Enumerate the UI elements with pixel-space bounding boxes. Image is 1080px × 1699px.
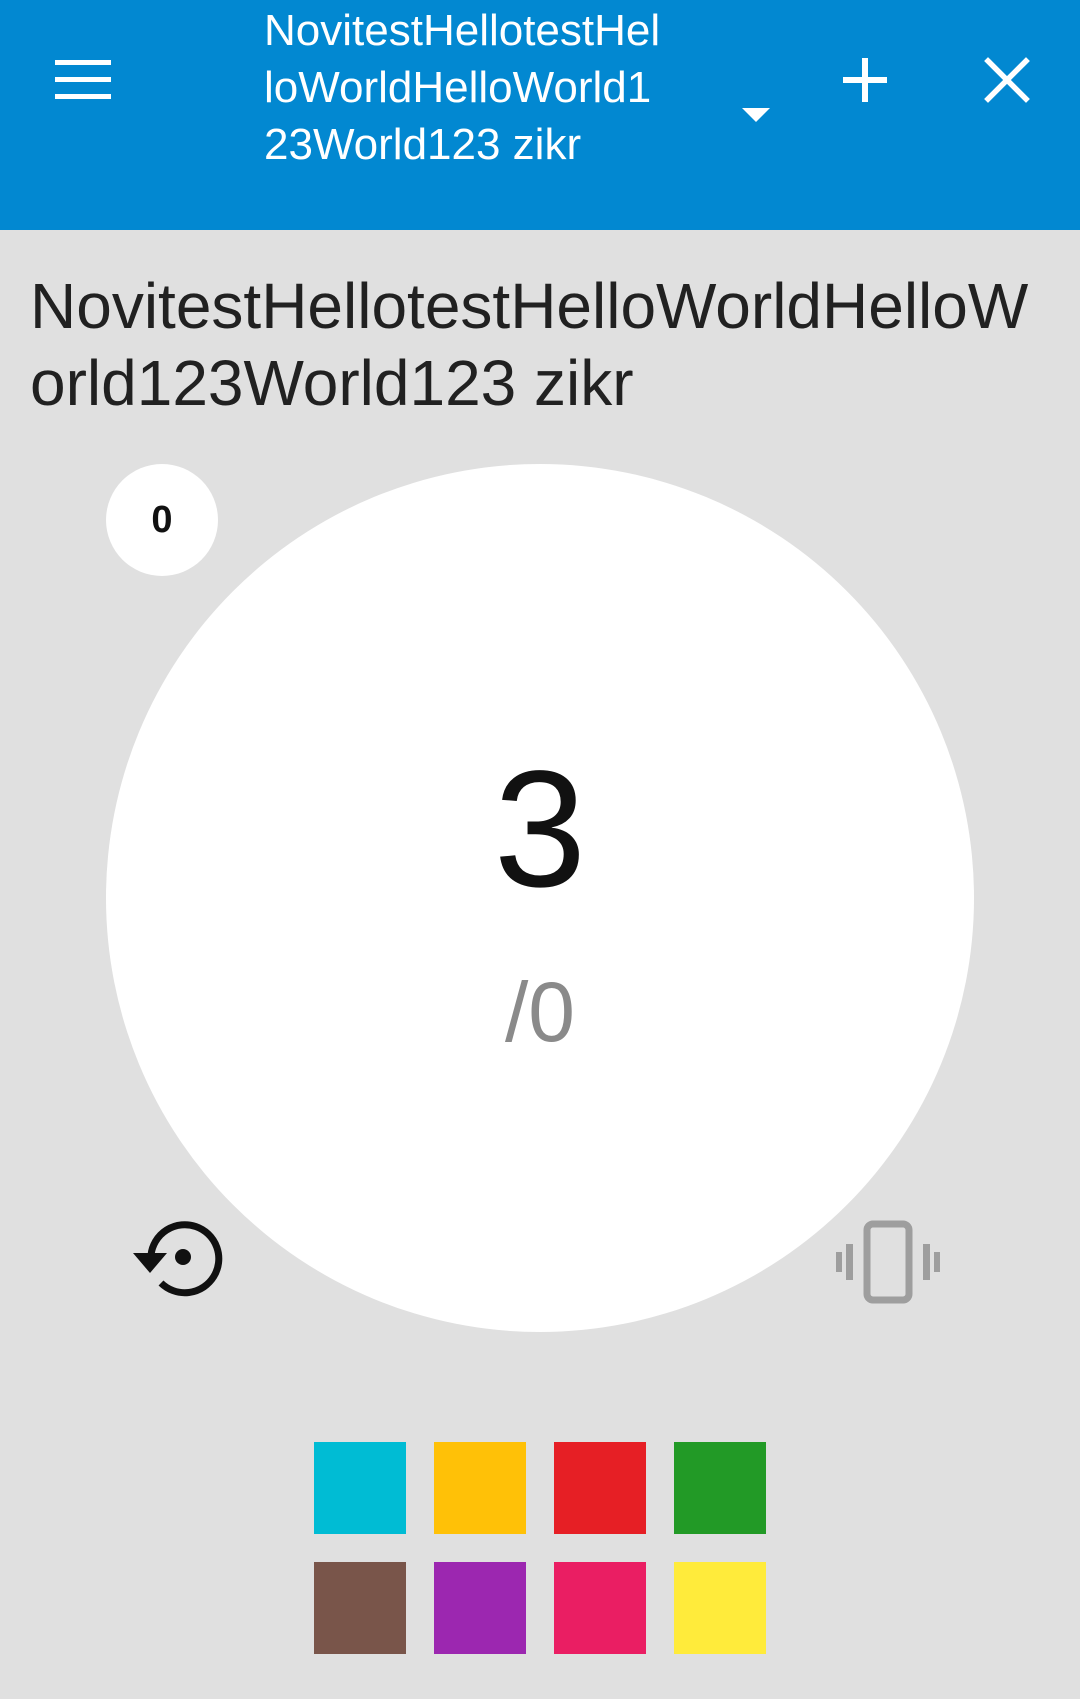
menu-icon (55, 60, 111, 99)
color-palette (314, 1442, 766, 1654)
reset-button[interactable] (124, 1208, 230, 1308)
color-swatch[interactable] (434, 1562, 526, 1654)
vibrate-icon (836, 1220, 940, 1304)
color-swatch[interactable] (314, 1562, 406, 1654)
color-swatch[interactable] (674, 1562, 766, 1654)
zikr-spinner-dropdown[interactable] (738, 102, 774, 126)
round-count-badge[interactable]: 0 (106, 464, 218, 576)
close-button[interactable] (972, 40, 1042, 120)
color-swatch[interactable] (314, 1442, 406, 1534)
add-button[interactable] (830, 40, 900, 120)
counter-tap-area[interactable] (106, 464, 974, 1332)
zikr-title: NovitestHellotestHelloWorldHelloWorld123… (30, 270, 1029, 419)
menu-button[interactable] (38, 40, 128, 120)
color-swatch[interactable] (674, 1442, 766, 1534)
app-screen: NovitestHellotestHelloWorldHelloWorld123… (0, 0, 1080, 1699)
vibrate-toggle[interactable] (834, 1212, 942, 1312)
dropdown-arrow-icon (742, 108, 770, 122)
color-swatch[interactable] (554, 1442, 646, 1534)
color-swatch[interactable] (554, 1562, 646, 1654)
color-swatch[interactable] (434, 1442, 526, 1534)
top-app-bar: NovitestHellotestHelloWorldHelloWorld123… (0, 0, 1080, 230)
close-icon (984, 57, 1030, 103)
zikr-spinner-title[interactable]: NovitestHellotestHelloWorldHelloWorld123… (264, 2, 664, 173)
add-icon (843, 58, 887, 102)
reset-icon (133, 1221, 223, 1297)
